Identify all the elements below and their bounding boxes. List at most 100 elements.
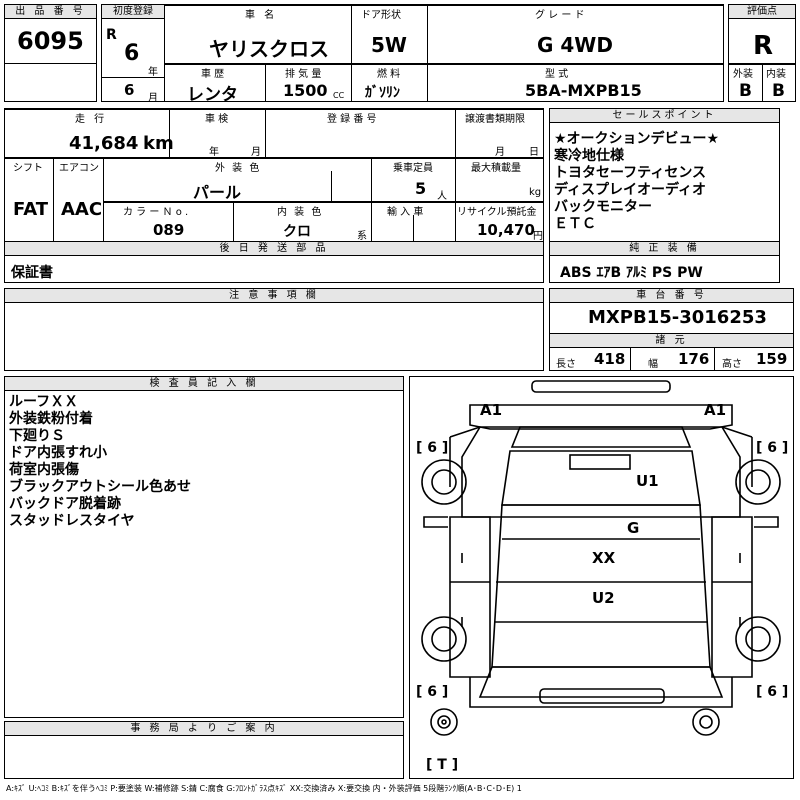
score-label: 評価点 <box>729 5 795 19</box>
shift: FAT <box>13 199 49 220</box>
sales-point-item: トヨタセーフティセンス <box>554 165 707 181</box>
ext-color: パール <box>193 183 242 202</box>
inspector-note: ブラックアウトシール色あせ <box>9 479 191 495</box>
chassis-label: 車 台 番 号 <box>550 289 793 303</box>
car-name-label: 車 名 <box>245 10 278 21</box>
tire-fr: [ 6 ] <box>756 440 789 456</box>
color-no-label: カ ラ ー Ｎ o . <box>123 207 189 218</box>
int-color: クロ <box>283 224 311 240</box>
inspector-note: バックドア脱着跡 <box>9 496 121 512</box>
exterior-score: B <box>739 81 752 101</box>
chassis-box: 車 台 番 号 MXPB15-3016253 諸 元 長さ 418 幅 176 … <box>549 288 794 371</box>
inspector-note: スタッドレスタイヤ <box>9 513 135 529</box>
first-reg-month: 6 <box>124 81 135 99</box>
transfer-month-unit: 月 <box>495 147 505 158</box>
int-color-unit: 系 <box>357 231 367 242</box>
model-label: 型 式 <box>545 69 569 80</box>
sales-points-label: セールスポイント <box>550 109 779 123</box>
length: 418 <box>594 350 626 368</box>
inspection-year-unit: 年 <box>209 147 219 158</box>
later-parts-box: 後 日 発 送 部 品 保証書 <box>4 241 544 283</box>
height-label: 高さ <box>722 359 742 370</box>
lot-label: 出 品 番 号 <box>5 5 96 19</box>
import-label: 輸 入 車 <box>387 207 424 218</box>
inspection-month-unit: 月 <box>251 147 261 158</box>
sales-point-item: 寒冷地仕様 <box>554 148 624 164</box>
aircon: AAC <box>61 199 103 220</box>
inspector-notes-box: 検 査 員 記 入 欄 ルーフＸＸ 外装鉄粉付着 下廻りＳ ドア内張すれ小 荷室… <box>4 376 404 718</box>
width: 176 <box>678 350 710 368</box>
door-type: 5W <box>371 33 407 57</box>
equipment-label: 純 正 装 備 <box>550 242 779 256</box>
inspection-label: 車 検 <box>205 114 229 125</box>
mileage-unit: km <box>143 133 174 154</box>
inspector-note: 荷室内張傷 <box>9 462 79 478</box>
later-parts-label: 後 日 発 送 部 品 <box>5 242 543 256</box>
car-damage-diagram <box>421 380 781 736</box>
damage-a1-left: A1 <box>480 401 503 419</box>
car-info-box: 車 名 ドア形状 グ レ ー ド ヤリスクロス 5W G 4WD 車 歴 排 気… <box>164 4 724 105</box>
displacement-label: 排 気 量 <box>285 69 322 80</box>
ext-color-label: 外 装 色 <box>215 163 262 174</box>
history-label: 車 歴 <box>201 69 225 80</box>
chassis-number: MXPB15-3016253 <box>588 307 767 328</box>
inspector-note: 外装鉄粉付着 <box>9 411 93 427</box>
exterior-label: 外装 <box>733 69 753 80</box>
capacity-label: 乗車定員 <box>393 163 433 174</box>
first-reg-year-unit: 年 <box>148 67 158 78</box>
sales-points-box: セールスポイント ★オークションデビュー★ 寒冷地仕様 トヨタセーフティセンス … <box>549 108 780 242</box>
recycle-label: リサイクル預託金 <box>457 207 537 218</box>
damage-u2: U2 <box>592 589 615 607</box>
equipment-box: 純 正 装 備 ABS ｴｱB ｱﾙﾐ PS PW <box>549 241 780 283</box>
transfer-doc-label: 譲渡書類期限 <box>465 114 525 125</box>
door-label: ドア形状 <box>361 10 401 21</box>
fuel-label: 燃 料 <box>377 69 401 80</box>
model: 5BA-MXPB15 <box>525 81 642 100</box>
later-parts: 保証書 <box>11 265 53 281</box>
damage-xx: XX <box>592 549 616 567</box>
office-notice-box: 事 務 局 よ り ご 案 内 <box>4 721 404 779</box>
damage-a1-right: A1 <box>704 401 727 419</box>
first-registration-box: 初度登録 R 6 年 6 月 <box>101 4 165 104</box>
interior-label: 内装 <box>766 69 786 80</box>
sales-points-list: ★オークションデビュー★ 寒冷地仕様 トヨタセーフティセンス ディスプレイオーデ… <box>554 131 719 233</box>
inspector-note: ドア内張すれ小 <box>9 445 107 461</box>
capacity: 5 <box>415 179 427 198</box>
max-load-label: 最大積載量 <box>471 163 521 174</box>
office-label: 事 務 局 よ り ご 案 内 <box>5 722 403 736</box>
lot-number: 6095 <box>17 27 84 55</box>
fuel: ｶﾞｿﾘﾝ <box>365 85 400 101</box>
dims-label: 諸 元 <box>550 334 793 348</box>
displacement-unit: CC <box>333 91 345 100</box>
grade-label: グ レ ー ド <box>535 10 585 21</box>
interior-score: B <box>772 81 785 101</box>
grade: G 4WD <box>537 33 613 57</box>
mileage: 41,684 <box>69 133 139 154</box>
notes-box: 注 意 事 項 欄 <box>4 288 544 371</box>
transfer-day-unit: 日 <box>529 147 539 158</box>
first-reg-label: 初度登録 <box>102 5 164 19</box>
tire-fl: [ 6 ] <box>416 440 449 456</box>
tire-rr: [ 6 ] <box>756 684 789 700</box>
aircon-label: エアコン <box>59 163 99 174</box>
first-reg-month-unit: 月 <box>148 93 158 104</box>
sales-point-item: ★オークションデビュー★ <box>554 131 720 147</box>
color-no: 089 <box>153 221 185 239</box>
history: レンタ <box>187 85 238 105</box>
max-load-unit: kg <box>529 187 542 198</box>
capacity-unit: 人 <box>437 191 447 202</box>
notes-label: 注 意 事 項 欄 <box>5 289 543 303</box>
spare-tire: [ T ] <box>426 757 459 773</box>
car-name: ヤリスクロス <box>209 37 329 61</box>
mileage-label: 走 行 <box>75 114 108 125</box>
score-box: 評価点 R 外装 内装 B B <box>728 4 796 102</box>
sales-point-item: ディスプレイオーディオ <box>554 182 707 198</box>
int-color-label: 内 装 色 <box>277 207 324 218</box>
plate-label: 登 録 番 号 <box>327 114 377 125</box>
width-label: 幅 <box>648 359 658 370</box>
score: R <box>753 31 774 61</box>
height: 159 <box>756 350 788 368</box>
inspector-label: 検 査 員 記 入 欄 <box>5 377 403 391</box>
first-reg-year: 6 <box>124 41 140 66</box>
inspector-note: ルーフＸＸ <box>9 394 79 410</box>
